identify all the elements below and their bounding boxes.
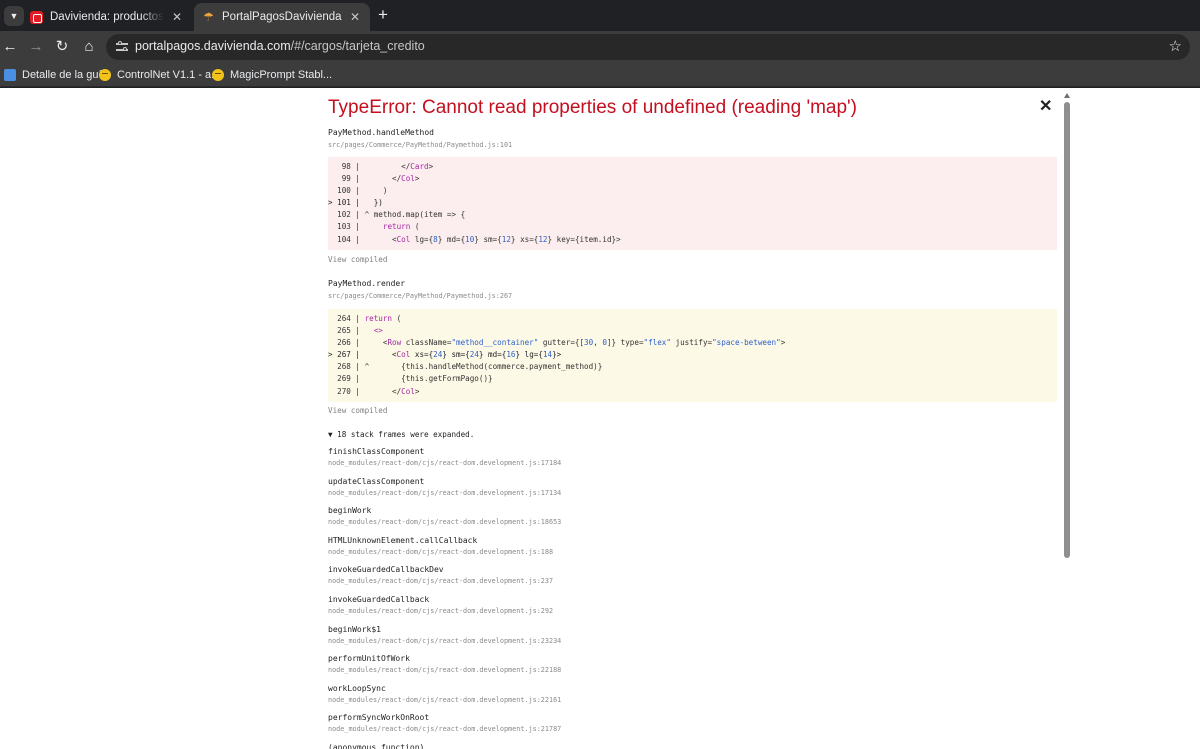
code-line: 265 | <> <box>328 326 383 336</box>
arrow-left-icon: ← <box>2 38 18 55</box>
tab-search-button[interactable]: ▼ <box>4 6 24 26</box>
stack-frame-location: node_modules/react-dom/cjs/react-dom.dev… <box>328 488 562 497</box>
code-line: 268 | ^ {this.handleMethod(commerce.paym… <box>328 362 603 372</box>
code-line: 104 | <Col lg={8} md={10} sm={12} xs={12… <box>328 234 621 244</box>
frame-location: src/pages/Commerce/PayMethod/Paymethod.j… <box>328 141 513 149</box>
code-line: 100 | ) <box>328 186 388 196</box>
stack-frame-name[interactable]: (anonymous function) <box>328 743 424 749</box>
code-snippet: 98 | </Card> 99 | </Col> 100 | ) > 101 | … <box>328 157 1057 250</box>
stack-frame-name[interactable]: invokeGuardedCallback <box>328 595 429 604</box>
tab-title: Davivienda: productos y servicios <box>50 11 164 23</box>
code-line: 270 | </Col> <box>328 386 420 396</box>
code-line: > 101 | }) <box>328 198 383 208</box>
code-snippet: 264 | return ( 265 | <> 266 | <Row class… <box>328 309 1057 402</box>
scrollbar[interactable] <box>1062 88 1072 749</box>
scrollbar-thumb[interactable] <box>1064 102 1070 558</box>
stack-frame-name[interactable]: performUnitOfWork <box>328 654 410 663</box>
bookmark-star-icon[interactable]: ☆ <box>1169 37 1182 57</box>
tab-strip: ▼ Davivienda: productos y servicios ✕ ☂ … <box>0 0 1200 31</box>
frame-location: src/pages/Commerce/PayMethod/Paymethod.j… <box>328 292 513 300</box>
stack-frame-name[interactable]: finishClassComponent <box>328 447 424 456</box>
stack-frames-toggle[interactable]: ▼ 18 stack frames were expanded. <box>328 430 474 439</box>
back-button[interactable]: ← <box>0 37 20 57</box>
address-bar[interactable]: portalpagos.davivienda.com/#/cargos/tarj… <box>106 34 1190 60</box>
chevron-down-icon: ▼ <box>9 11 19 21</box>
bookmark-detalle-guia[interactable]: Detalle de la guía <box>4 66 108 83</box>
tab-davivienda[interactable]: Davivienda: productos y servicios ✕ <box>22 3 192 31</box>
browser-toolbar: ← → ↻ ⌂ portalpagos.davivienda.com/#/car… <box>0 31 1200 62</box>
view-compiled-link[interactable]: View compiled <box>328 255 387 264</box>
code-line: 266 | <Row className="method__container"… <box>328 338 786 348</box>
arrow-right-icon: → <box>28 38 44 55</box>
tab-title: PortalPagosDavivienda | Index <box>222 11 342 23</box>
umbrella-icon: ☂ <box>203 9 214 24</box>
bookmark-controlnet[interactable]: ControlNet V1.1 - a... <box>99 66 220 83</box>
code-line: 103 | return ( <box>328 222 420 232</box>
view-compiled-link[interactable]: View compiled <box>328 406 387 415</box>
bookmark-label: MagicPrompt Stabl... <box>230 68 333 81</box>
close-overlay-button[interactable]: ✕ <box>1039 98 1052 116</box>
error-overlay: TypeError: Cannot read properties of und… <box>307 88 1057 749</box>
bookmark-magicprompt[interactable]: MagicPrompt Stabl... <box>212 66 332 83</box>
code-line: 102 | ^ method.map(item => { <box>328 210 466 220</box>
hugging-face-icon <box>99 68 111 81</box>
stack-frame-location: node_modules/react-dom/cjs/react-dom.dev… <box>328 725 562 734</box>
site-info-icon[interactable] <box>114 40 130 54</box>
tab-close-icon[interactable]: ✕ <box>170 10 184 24</box>
stack-frame-name[interactable]: beginWork <box>328 506 371 515</box>
stack-frame-location: node_modules/react-dom/cjs/react-dom.dev… <box>328 459 562 467</box>
tab-close-icon[interactable]: ✕ <box>348 10 362 24</box>
bookmarks-bar: Detalle de la guía ControlNet V1.1 - a..… <box>0 62 1200 87</box>
url-host: portalpagos.davivienda.com <box>135 39 291 53</box>
url-path: /#/cargos/tarjeta_credito <box>290 39 425 53</box>
stack-frame-location: node_modules/react-dom/cjs/react-dom.dev… <box>328 607 554 615</box>
new-tab-button[interactable]: + <box>374 6 392 24</box>
page-viewport: TypeError: Cannot read properties of und… <box>0 88 1200 749</box>
code-line: 99 | </Col> <box>328 174 420 184</box>
stack-frame-name[interactable]: performSyncWorkOnRoot <box>328 713 429 722</box>
stack-frame-name[interactable]: updateClassComponent <box>328 477 424 486</box>
stack-frame-location: node_modules/react-dom/cjs/react-dom.dev… <box>328 695 562 704</box>
error-title: TypeError: Cannot read properties of und… <box>328 97 857 118</box>
bookmark-label: ControlNet V1.1 - a... <box>117 68 221 81</box>
reload-button[interactable]: ↻ <box>52 37 72 57</box>
stack-frame-location: node_modules/react-dom/cjs/react-dom.dev… <box>328 518 562 527</box>
home-icon: ⌂ <box>84 38 94 55</box>
stack-frame-location: node_modules/react-dom/cjs/react-dom.dev… <box>328 577 554 586</box>
guide-icon <box>4 68 16 81</box>
stack-frame-location: node_modules/react-dom/cjs/react-dom.dev… <box>328 547 554 556</box>
home-button[interactable]: ⌂ <box>79 37 99 57</box>
bookmark-label: Detalle de la guía <box>22 68 108 81</box>
davivienda-logo-icon <box>30 10 43 24</box>
code-line: 269 | {this.getFormPago()} <box>328 374 493 384</box>
close-icon: ✕ <box>1039 98 1053 115</box>
stack-frame-name[interactable]: workLoopSync <box>328 684 386 693</box>
plus-icon: + <box>378 5 388 24</box>
stack-frame-name[interactable]: invokeGuardedCallbackDev <box>328 565 444 574</box>
scroll-up-arrow-icon[interactable] <box>1064 93 1070 98</box>
tab-portal-pagos[interactable]: ☂ PortalPagosDavivienda | Index ✕ <box>194 3 370 31</box>
stack-frame-name[interactable]: beginWork$1 <box>328 625 381 634</box>
reload-icon: ↻ <box>55 38 69 55</box>
hugging-face-icon <box>212 68 224 81</box>
frame-name[interactable]: PayMethod.render <box>328 279 405 288</box>
code-line: 264 | return ( <box>328 314 402 323</box>
code-line: > 267 | <Col xs={24} sm={24} md={16} lg=… <box>328 350 562 360</box>
forward-button[interactable]: → <box>26 37 46 57</box>
stack-frame-location: node_modules/react-dom/cjs/react-dom.dev… <box>328 636 562 645</box>
url-text[interactable]: portalpagos.davivienda.com/#/cargos/tarj… <box>135 39 425 53</box>
code-line: 98 | </Card> <box>328 162 434 171</box>
frame-name[interactable]: PayMethod.handleMethod <box>328 128 434 137</box>
stack-frame-name[interactable]: HTMLUnknownElement.callCallback <box>328 536 477 545</box>
stack-frame-location: node_modules/react-dom/cjs/react-dom.dev… <box>328 666 562 675</box>
